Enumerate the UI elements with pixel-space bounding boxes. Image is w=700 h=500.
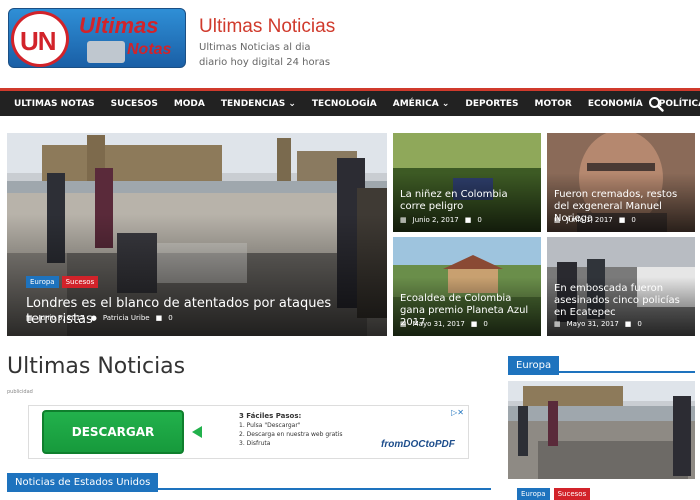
article-comments[interactable]: 0	[637, 320, 641, 328]
featured-tile-2-meta: ▦ Junio 1, 2017 ■ 0	[554, 216, 636, 224]
featured-tile-4-meta: ▦ Mayo 31, 2017 ■ 0	[554, 320, 642, 328]
article-date[interactable]: Junio 5, 2017	[39, 314, 85, 322]
sidebar-section-title[interactable]: Europa	[508, 356, 560, 375]
featured-tile-3-meta: ▦ Mayo 31, 2017 ■ 0	[400, 320, 488, 328]
badge-sucesos[interactable]: Sucesos	[61, 276, 99, 288]
section-header-estados-unidos: Noticias de Estados Unidos	[7, 470, 491, 492]
badge-sucesos[interactable]: Sucesos	[553, 488, 591, 500]
featured-tile-2[interactable]: Fueron cremados, restos del exgeneral Ma…	[547, 133, 695, 232]
featured-tile-4[interactable]: En emboscada fueron asesinados cinco pol…	[547, 237, 695, 336]
ad-step-1: 1. Pulsa "Descargar"	[239, 422, 301, 429]
featured-tile-4-title[interactable]: En emboscada fueron asesinados cinco pol…	[554, 283, 689, 319]
comment-icon: ■	[155, 314, 163, 322]
nav-item-motor[interactable]: MOTOR	[527, 99, 580, 109]
featured-main-title[interactable]: Londres es el blanco de atentados por at…	[26, 296, 381, 328]
article-comments[interactable]: 0	[483, 320, 487, 328]
nav-item-tendencias[interactable]: TENDENCIAS ⌄	[213, 99, 304, 109]
article-date[interactable]: Junio 1, 2017	[567, 216, 613, 224]
calendar-icon: ▦	[26, 314, 33, 322]
nav-item-deportes[interactable]: DEPORTES	[457, 99, 526, 109]
advertisement-banner[interactable]: DESCARGAR 3 Fáciles Pasos: 1. Pulsa "Des…	[28, 405, 469, 459]
logo-word-ultimas: Ultimas	[79, 13, 159, 38]
comment-icon: ■	[624, 320, 632, 328]
logo-word-notas: Notas	[127, 41, 172, 58]
nav-item-sucesos[interactable]: SUCESOS	[103, 99, 166, 109]
featured-tile-1-title[interactable]: La niñez en Colombia corre peligro	[400, 189, 535, 213]
badge-europa[interactable]: Europa	[517, 488, 550, 500]
featured-tile-1[interactable]: La niñez en Colombia corre peligro ▦ Juni…	[393, 133, 541, 232]
calendar-icon: ▦	[400, 320, 407, 328]
sidebar-article-image[interactable]	[508, 381, 695, 479]
featured-tile-1-meta: ▦ Junio 2, 2017 ■ 0	[400, 216, 482, 224]
calendar-icon: ▦	[400, 216, 407, 224]
sidebar-section-header: Europa	[508, 353, 695, 375]
close-icon[interactable]: ▷✕	[451, 408, 464, 417]
ad-step-3: 3. Disfruta	[239, 440, 271, 447]
nav-item-tecnologia[interactable]: TECNOLOGÍA	[304, 99, 385, 109]
sidebar-badges: Europa Sucesos	[517, 488, 591, 500]
logo-globe: UN	[11, 11, 69, 67]
featured-main-article[interactable]: Europa Sucesos Londres es el blanco de a…	[7, 133, 387, 336]
page-title: Ultimas Noticias	[7, 354, 186, 379]
site-logo[interactable]: UN Ultimas Notas	[8, 8, 186, 68]
ad-brand: fromDOCtoPDF	[381, 439, 455, 450]
article-comments[interactable]: 0	[631, 216, 635, 224]
article-date[interactable]: Junio 2, 2017	[413, 216, 459, 224]
ad-step-2: 2. Descarga en nuestra web gratis	[239, 431, 343, 438]
article-comments[interactable]: 0	[477, 216, 481, 224]
ad-steps-title: 3 Fáciles Pasos:	[239, 412, 302, 420]
arrow-left-icon	[192, 426, 202, 438]
ad-label: publicidad	[7, 389, 33, 395]
featured-main-badges: Europa Sucesos	[26, 276, 99, 288]
calendar-icon: ▦	[554, 320, 561, 328]
nav-item-economia[interactable]: ECONOMÍA	[580, 99, 651, 109]
nav-item-moda[interactable]: MODA	[166, 99, 213, 109]
comment-icon: ■	[464, 216, 472, 224]
site-description: Ultimas Noticias al dia diario hoy digit…	[199, 42, 331, 68]
article-author[interactable]: Patricia Uribe	[103, 314, 150, 322]
article-comments[interactable]: 0	[168, 314, 172, 322]
article-date[interactable]: Mayo 31, 2017	[567, 320, 619, 328]
featured-tile-3[interactable]: Ecoaldea de Colombia gana premio Planeta…	[393, 237, 541, 336]
nav-item-ultimas-notas[interactable]: ULTIMAS NOTAS	[6, 99, 103, 109]
logo-un-text: UN	[20, 26, 57, 56]
search-icon[interactable]	[648, 96, 664, 112]
ad-download-button[interactable]: DESCARGAR	[42, 410, 184, 454]
comment-icon: ■	[470, 320, 478, 328]
site-title[interactable]: Ultimas Noticias	[199, 16, 335, 38]
badge-europa[interactable]: Europa	[26, 276, 59, 288]
user-icon: ●	[90, 314, 97, 322]
nav-item-america[interactable]: AMÉRICA ⌄	[385, 99, 458, 109]
section-title[interactable]: Noticias de Estados Unidos	[7, 473, 159, 492]
calendar-icon: ▦	[554, 216, 561, 224]
logo-box	[87, 41, 125, 63]
main-navigation: ULTIMAS NOTAS SUCESOS MODA TENDENCIAS ⌄ …	[0, 88, 700, 116]
article-date[interactable]: Mayo 31, 2017	[413, 320, 465, 328]
featured-main-meta: ▦ Junio 5, 2017 ● Patricia Uribe ■ 0	[26, 314, 173, 322]
site-header: UN Ultimas Notas Ultimas Noticias Ultima…	[0, 0, 700, 88]
ad-steps: 3 Fáciles Pasos: 1. Pulsa "Descargar" 2.…	[239, 412, 342, 448]
comment-icon: ■	[618, 216, 626, 224]
